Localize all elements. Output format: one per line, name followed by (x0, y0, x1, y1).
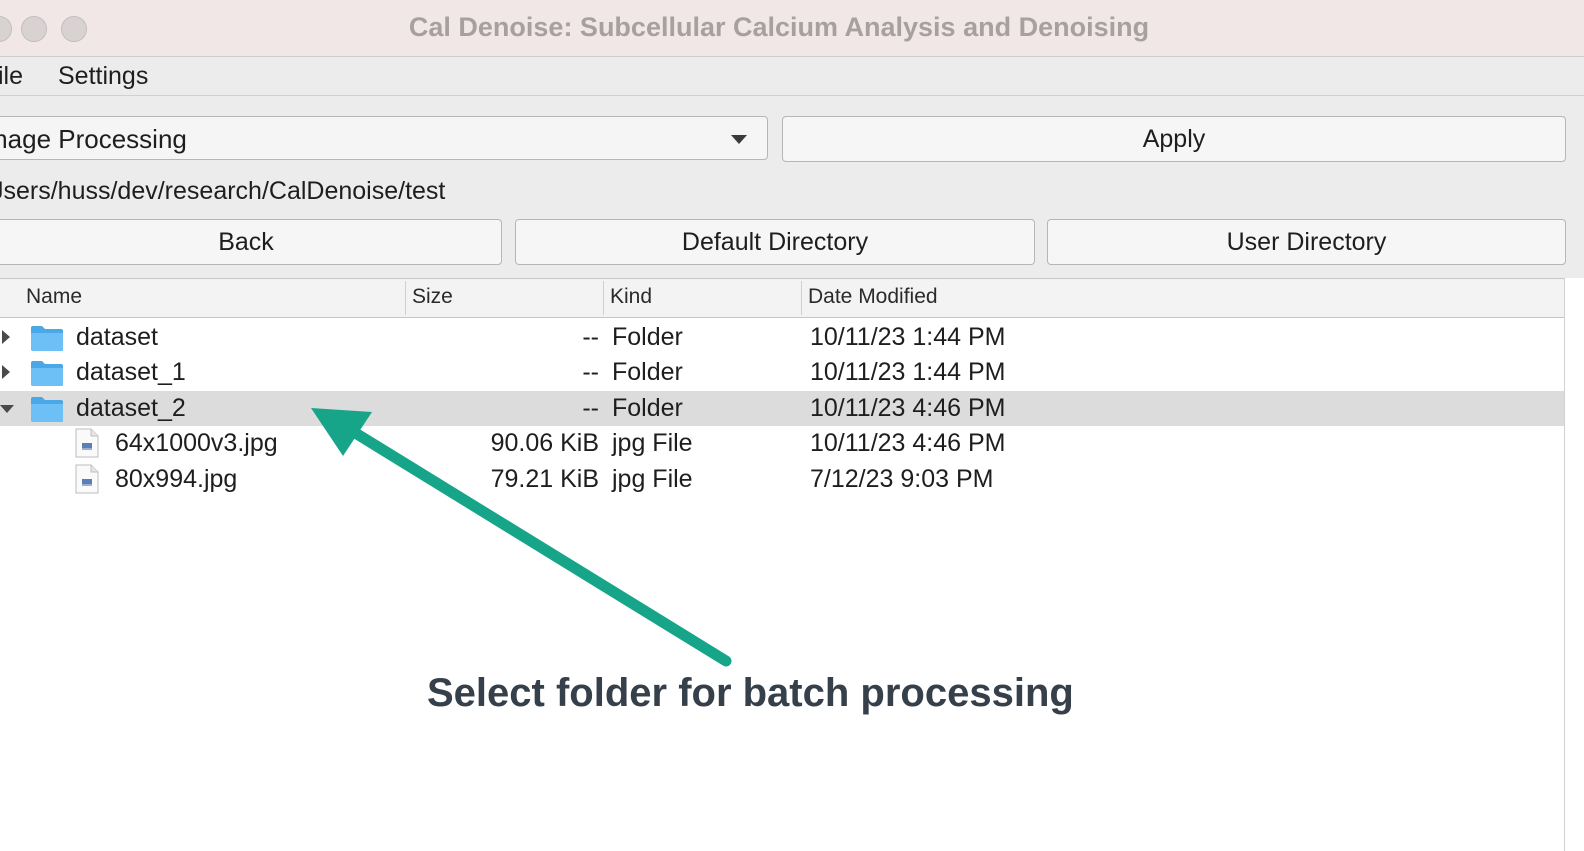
disclosure-triangle-icon[interactable] (2, 330, 10, 344)
menu-settings[interactable]: Settings (58, 57, 148, 95)
tree-row-dataset[interactable]: dataset -- Folder 10/11/23 1:44 PM (0, 320, 1564, 355)
row-kind: Folder (612, 394, 683, 422)
row-kind: jpg File (612, 429, 693, 457)
row-size: 90.06 KiB (490, 429, 599, 457)
row-date-modified: 10/11/23 1:44 PM (810, 358, 1006, 386)
current-path: Jsers/huss/dev/research/CalDenoise/test (0, 177, 446, 205)
row-name: dataset_1 (76, 358, 186, 386)
row-size: -- (582, 394, 599, 422)
menu-file[interactable]: ile (0, 57, 23, 95)
row-size: 79.21 KiB (490, 465, 599, 493)
row-date-modified: 10/11/23 4:46 PM (810, 429, 1006, 457)
mode-select-value: mage Processing (0, 124, 187, 154)
row-size: -- (582, 358, 599, 386)
menu-bar: ile Settings (0, 57, 1584, 96)
row-date-modified: 7/12/23 9:03 PM (810, 465, 994, 493)
annotation-text: Select folder for batch processing (427, 671, 1074, 715)
column-header-name[interactable]: Name (26, 279, 82, 317)
tree-row-dataset-2[interactable]: dataset_2 -- Folder 10/11/23 4:46 PM (0, 391, 1564, 426)
row-name: 80x994.jpg (115, 465, 238, 493)
row-name: dataset (76, 323, 159, 351)
default-directory-button[interactable]: Default Directory (515, 219, 1035, 265)
row-kind: jpg File (612, 465, 693, 493)
folder-icon (31, 361, 63, 386)
title-bar: Cal Denoise: Subcellular Calcium Analysi… (0, 0, 1584, 57)
disclosure-triangle-icon[interactable] (2, 365, 10, 379)
apply-button[interactable]: Apply (782, 116, 1566, 162)
row-name: 64x1000v3.jpg (115, 429, 278, 457)
column-header-size[interactable]: Size (412, 279, 453, 317)
column-divider[interactable] (801, 281, 802, 315)
image-file-icon (75, 464, 99, 494)
tree-row-file-64x1000v3[interactable]: 64x1000v3.jpg 90.06 KiB jpg File 10/11/2… (0, 426, 1564, 461)
mode-select[interactable]: mage Processing (0, 116, 768, 160)
folder-icon (31, 397, 63, 422)
row-kind: Folder (612, 323, 683, 351)
column-divider[interactable] (603, 281, 604, 315)
column-header-kind[interactable]: Kind (610, 279, 652, 317)
user-directory-button[interactable]: User Directory (1047, 219, 1566, 265)
window-title: Cal Denoise: Subcellular Calcium Analysi… (408, 12, 1150, 42)
row-name: dataset_2 (76, 394, 186, 422)
tree-row-file-80x994[interactable]: 80x994.jpg 79.21 KiB jpg File 7/12/23 9:… (0, 462, 1564, 497)
column-divider[interactable] (405, 281, 406, 315)
image-file-icon (75, 428, 99, 458)
folder-icon (31, 326, 63, 351)
column-header-date-modified[interactable]: Date Modified (808, 279, 938, 317)
back-button[interactable]: Back (0, 219, 502, 265)
row-size: -- (582, 323, 599, 351)
row-date-modified: 10/11/23 1:44 PM (810, 323, 1006, 351)
disclosure-triangle-icon[interactable] (0, 405, 14, 413)
file-tree[interactable]: Name Size Kind Date Modified dataset -- … (0, 278, 1565, 851)
tree-row-dataset-1[interactable]: dataset_1 -- Folder 10/11/23 1:44 PM (0, 355, 1564, 390)
tree-header: Name Size Kind Date Modified (0, 279, 1564, 318)
row-kind: Folder (612, 358, 683, 386)
row-date-modified: 10/11/23 4:46 PM (810, 394, 1006, 422)
chevron-down-icon (731, 135, 747, 144)
